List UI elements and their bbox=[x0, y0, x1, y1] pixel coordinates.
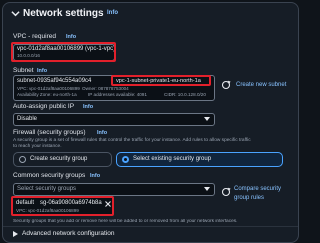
subnet-info-link[interactable]: Info bbox=[37, 68, 47, 74]
subnet-name-highlight: vpc-1-subnet-private1-eu-north-1a bbox=[111, 75, 211, 86]
public-ip-info-link[interactable]: Info bbox=[83, 104, 93, 110]
option-label: Create security group bbox=[30, 156, 88, 162]
common-sg-label: Common security groups bbox=[13, 172, 86, 179]
public-ip-select[interactable]: Disable bbox=[13, 113, 215, 126]
create-new-subnet-link[interactable]: Create new subnet bbox=[236, 82, 286, 88]
refresh-icon[interactable] bbox=[221, 187, 231, 197]
security-groups-select[interactable]: Select security groups bbox=[13, 183, 215, 196]
firewall-label: Firewall (security groups) bbox=[13, 129, 86, 136]
security-groups-note: Security groups that you add or remove h… bbox=[13, 219, 238, 224]
select-existing-security-group-option[interactable]: Select existing security group bbox=[116, 152, 283, 167]
subnet-owner-line: Owner: 087878753004 bbox=[82, 86, 129, 91]
compare-security-group-rules-link[interactable]: Compare security bbox=[234, 186, 281, 192]
vpc-highlight bbox=[11, 42, 116, 62]
section-header[interactable]: Network settings Info bbox=[3, 3, 298, 25]
section-title: Network settings bbox=[23, 8, 104, 19]
public-ip-label: Auto-assign public IP bbox=[13, 103, 75, 110]
create-security-group-option[interactable]: Create security group bbox=[13, 152, 112, 167]
firewall-info-link[interactable]: Info bbox=[97, 130, 107, 136]
caret-right-icon bbox=[13, 231, 18, 237]
token-vpc: VPC: vpc-01d2af8aa00106899 bbox=[16, 208, 79, 213]
network-settings-panel: Network settings Info VPC - required Inf… bbox=[2, 2, 299, 243]
subnet-cidr-line: CIDR: 10.0.128.0/20 bbox=[164, 92, 206, 97]
security-group-token: default sg-06a90800a6974b8a VPC: vpc-01d… bbox=[11, 196, 114, 216]
subnet-name: vpc-1-subnet-private1-eu-north-1a bbox=[116, 78, 201, 84]
radio-button[interactable] bbox=[19, 156, 26, 163]
advanced-network-configuration-label: Advanced network configuration bbox=[22, 230, 115, 237]
subnet-az-line: Availability Zone: eu-north-1a bbox=[17, 92, 77, 97]
radio-button-selected[interactable] bbox=[122, 156, 129, 163]
option-label: Select existing security group bbox=[133, 156, 212, 162]
public-ip-value: Disable bbox=[17, 116, 38, 122]
divider bbox=[3, 226, 298, 227]
refresh-icon[interactable] bbox=[221, 80, 231, 90]
chevron-down-icon[interactable] bbox=[11, 9, 20, 18]
token-id: sg-06a90800a6974b8a bbox=[40, 200, 102, 206]
common-sg-info-link[interactable]: Info bbox=[90, 173, 100, 179]
dropdown-arrow-icon bbox=[204, 187, 210, 191]
subnet-ip-line: IP addresses available: 4091 bbox=[88, 92, 147, 97]
security-groups-placeholder: Select security groups bbox=[17, 186, 77, 192]
info-link[interactable]: Info bbox=[107, 10, 118, 16]
compare-security-group-rules-link-line2[interactable]: group rules bbox=[234, 195, 264, 201]
vpc-label: VPC - required bbox=[13, 33, 56, 40]
remove-icon[interactable] bbox=[105, 201, 111, 207]
vpc-info-link[interactable]: Info bbox=[66, 34, 76, 40]
advanced-network-configuration-toggle[interactable]: Advanced network configuration bbox=[3, 228, 298, 240]
subnet-id: subnet-0935af94c554a09c4 bbox=[17, 78, 92, 84]
dropdown-arrow-icon bbox=[204, 117, 210, 121]
firewall-description: A security group is a set of firewall ru… bbox=[13, 138, 251, 149]
subnet-vpc-line: VPC: vpc-01d2af8aa00106899 bbox=[17, 86, 80, 91]
subnet-label: Subnet bbox=[13, 67, 34, 74]
token-name: default bbox=[16, 200, 35, 206]
